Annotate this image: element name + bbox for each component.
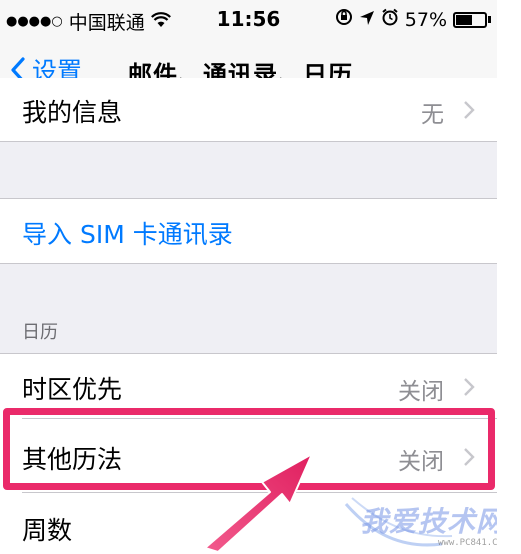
right-margin <box>497 0 521 554</box>
settings-screen: ●●●●○ 中国联通 11:56 57% 设置 邮件、通讯录、日历 我的信息 无… <box>0 0 497 554</box>
watermark-url: www.PC841.COM <box>438 538 497 548</box>
watermark: 我爱技术网 www.PC841.COM <box>342 494 497 554</box>
pointer-arrow-icon <box>204 453 313 553</box>
watermark-text: 我爱技术网 <box>360 505 497 538</box>
